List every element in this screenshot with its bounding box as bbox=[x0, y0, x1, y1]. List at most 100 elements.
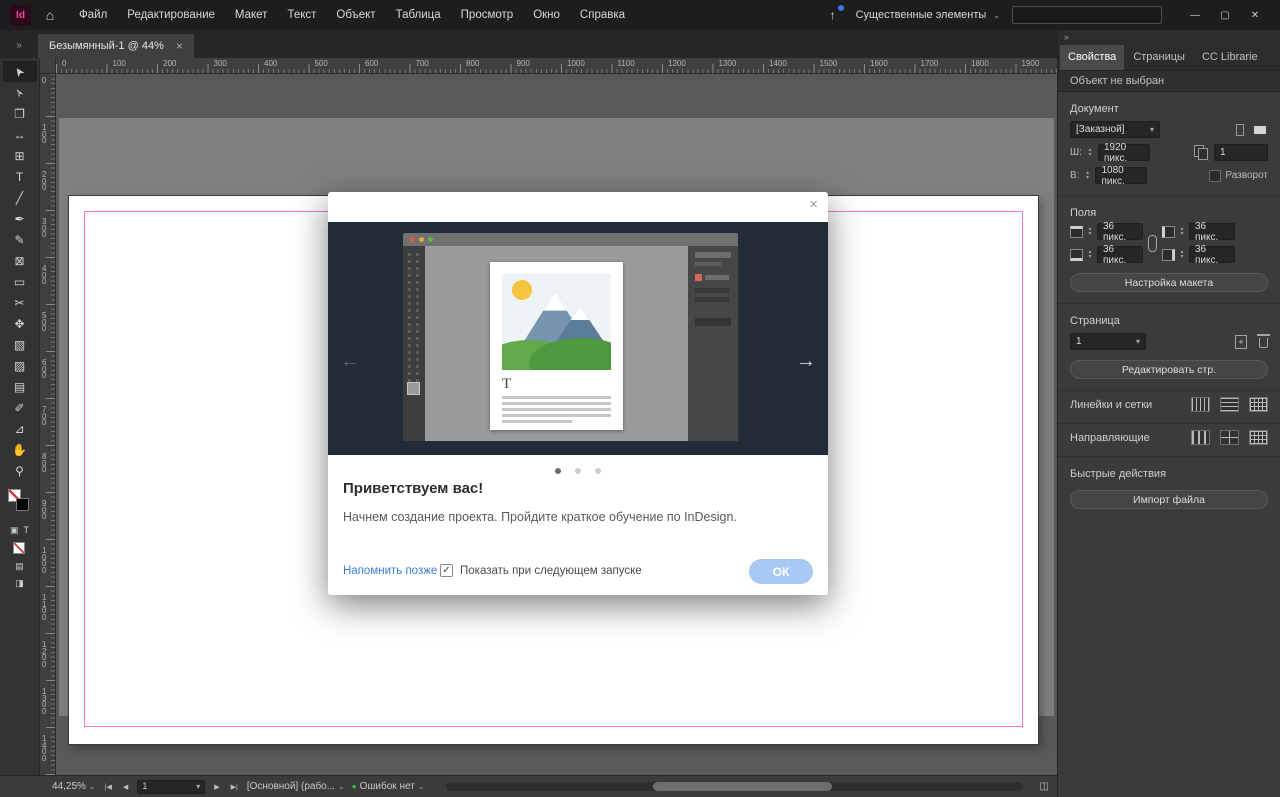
menu-item-5[interactable]: Таблица bbox=[386, 0, 451, 30]
next-page-button[interactable]: ▶ bbox=[212, 783, 221, 791]
orientation-portrait-button[interactable] bbox=[1232, 122, 1248, 138]
ruler-origin-corner[interactable] bbox=[40, 58, 56, 74]
edit-page-button[interactable]: Редактировать стр. bbox=[1070, 360, 1268, 379]
formatting-container-icon[interactable]: ▣ bbox=[10, 525, 19, 535]
type-tool[interactable]: T bbox=[3, 166, 37, 187]
document-preset-select[interactable]: [Заказной] ▾ bbox=[1070, 121, 1160, 138]
carousel-dot-2[interactable] bbox=[575, 468, 581, 474]
carousel-next-icon[interactable]: → bbox=[796, 350, 816, 373]
scissors-tool[interactable]: ✂ bbox=[3, 292, 37, 313]
margin-bottom-field[interactable]: 36 пикс. bbox=[1097, 246, 1143, 263]
link-margins-icon[interactable] bbox=[1148, 235, 1157, 252]
direct-selection-tool[interactable]: ➢ bbox=[3, 82, 37, 103]
view-options-icon[interactable]: ▤ bbox=[15, 561, 24, 571]
menu-item-3[interactable]: Текст bbox=[277, 0, 326, 30]
carousel-dot-1[interactable] bbox=[555, 468, 561, 474]
rectangle-tool[interactable]: ▭ bbox=[3, 271, 37, 292]
measure-tool[interactable]: ⊿ bbox=[3, 418, 37, 439]
carousel-dot-3[interactable] bbox=[595, 468, 601, 474]
show-on-startup-checkbox[interactable]: ✓ bbox=[440, 564, 453, 577]
pages-panel-icon[interactable]: ◫ bbox=[1040, 781, 1049, 792]
scrollbar-thumb[interactable] bbox=[653, 782, 832, 791]
right-dock-toggle-icon[interactable]: » bbox=[1058, 30, 1280, 45]
last-page-button[interactable]: ▶| bbox=[229, 783, 240, 791]
step-down-icon[interactable]: ▾ bbox=[1178, 255, 1186, 260]
home-icon[interactable]: ⌂ bbox=[37, 3, 63, 27]
margin-right-field[interactable]: 36 пикс. bbox=[1189, 246, 1235, 263]
menu-item-2[interactable]: Макет bbox=[225, 0, 278, 30]
preflight-profile-menu[interactable]: [Основной] (рабо... ⌄ bbox=[247, 781, 345, 792]
tab-cc-libraries[interactable]: CC Librarie bbox=[1194, 45, 1266, 70]
document-tab[interactable]: Безымянный-1 @ 44% × bbox=[38, 34, 194, 58]
preflight-status[interactable]: ● Ошибок нет ⌄ bbox=[352, 781, 425, 792]
height-stepper[interactable]: ▴ ▾ bbox=[1083, 171, 1091, 181]
step-down-icon[interactable]: ▾ bbox=[1086, 255, 1094, 260]
zoom-control[interactable]: 44,25% ⌄ bbox=[52, 781, 96, 792]
delete-page-button[interactable] bbox=[1259, 338, 1268, 348]
menu-item-6[interactable]: Просмотр bbox=[451, 0, 524, 30]
page-number-select[interactable]: 1 ▾ bbox=[137, 780, 205, 794]
width-stepper[interactable]: ▴ ▾ bbox=[1086, 148, 1094, 158]
previous-page-button[interactable]: ◀ bbox=[121, 783, 130, 791]
margin-bottom-stepper[interactable]: ▴ ▾ bbox=[1086, 250, 1094, 260]
eyedropper-tool[interactable]: ✐ bbox=[3, 397, 37, 418]
step-down-icon[interactable]: ▾ bbox=[1083, 176, 1091, 181]
minimize-button[interactable]: — bbox=[1180, 4, 1210, 26]
remind-later-link[interactable]: Напомнить позже bbox=[343, 565, 437, 577]
formatting-text-icon[interactable]: T bbox=[24, 525, 30, 535]
search-input[interactable] bbox=[1012, 6, 1162, 24]
margin-left-stepper[interactable]: ▴ ▾ bbox=[1178, 227, 1186, 237]
height-field[interactable]: 1080 пикс. bbox=[1095, 167, 1147, 184]
add-page-button[interactable]: + bbox=[1235, 335, 1247, 349]
workspace-switcher[interactable]: Существенные элементы ⌄ bbox=[856, 9, 1000, 21]
line-tool[interactable]: ╱ bbox=[3, 187, 37, 208]
note-tool[interactable]: ▤ bbox=[3, 376, 37, 397]
step-down-icon[interactable]: ▾ bbox=[1086, 232, 1094, 237]
gradient-feather-tool[interactable]: ▨ bbox=[3, 355, 37, 376]
vertical-ruler[interactable]: 01 0 02 0 03 0 04 0 05 0 06 0 07 0 08 0 … bbox=[40, 74, 56, 775]
guides-grid-icon[interactable] bbox=[1249, 430, 1268, 445]
width-field[interactable]: 1920 пикс. bbox=[1098, 144, 1150, 161]
carousel-prev-icon[interactable]: ← bbox=[340, 350, 360, 373]
margin-left-field[interactable]: 36 пикс. bbox=[1189, 223, 1235, 240]
stroke-color-swatch[interactable] bbox=[16, 498, 29, 511]
zoom-tool[interactable]: ⚲ bbox=[3, 460, 37, 481]
tab-properties[interactable]: Свойства bbox=[1060, 45, 1124, 70]
margin-right-stepper[interactable]: ▴ ▾ bbox=[1178, 250, 1186, 260]
pages-count-field[interactable]: 1 bbox=[1214, 144, 1268, 161]
pen-tool[interactable]: ✒ bbox=[3, 208, 37, 229]
tab-close-icon[interactable]: × bbox=[176, 39, 183, 53]
margin-top-field[interactable]: 36 пикс. bbox=[1097, 223, 1143, 240]
gap-tool[interactable]: ↔ bbox=[3, 124, 37, 145]
menu-item-7[interactable]: Окно bbox=[523, 0, 570, 30]
tab-pages[interactable]: Страницы bbox=[1125, 45, 1193, 70]
page-select[interactable]: 1 ▾ bbox=[1070, 333, 1146, 350]
menu-item-1[interactable]: Редактирование bbox=[117, 0, 225, 30]
ok-button[interactable]: ОК bbox=[749, 559, 813, 584]
step-down-icon[interactable]: ▾ bbox=[1086, 153, 1094, 158]
horizontal-ruler[interactable]: 0100200300400500600700800900100011001200… bbox=[56, 58, 1057, 74]
menu-item-0[interactable]: Файл bbox=[69, 0, 117, 30]
free-transform-tool[interactable]: ✥ bbox=[3, 313, 37, 334]
ruler-icon[interactable] bbox=[1191, 397, 1210, 412]
menu-item-4[interactable]: Объект bbox=[326, 0, 385, 30]
document-grid-icon[interactable] bbox=[1249, 397, 1268, 412]
page-tool[interactable]: ❐ bbox=[3, 103, 37, 124]
smart-guides-icon[interactable] bbox=[1220, 430, 1239, 445]
left-dock-toggle-icon[interactable]: » bbox=[0, 40, 38, 58]
orientation-landscape-button[interactable] bbox=[1252, 122, 1268, 138]
selection-tool[interactable]: ➤ bbox=[3, 61, 37, 82]
column-guides-icon[interactable] bbox=[1191, 430, 1210, 445]
maximize-button[interactable]: ▢ bbox=[1210, 4, 1240, 26]
step-down-icon[interactable]: ▾ bbox=[1178, 232, 1186, 237]
menu-item-8[interactable]: Справка bbox=[570, 0, 635, 30]
margin-top-stepper[interactable]: ▴ ▾ bbox=[1086, 227, 1094, 237]
gradient-swatch-tool[interactable]: ▧ bbox=[3, 334, 37, 355]
baseline-grid-icon[interactable] bbox=[1220, 397, 1239, 412]
screen-mode-icon[interactable]: ◨ bbox=[15, 578, 24, 588]
first-page-button[interactable]: |◀ bbox=[103, 783, 114, 791]
pencil-tool[interactable]: ✎ bbox=[3, 229, 37, 250]
adjust-layout-button[interactable]: Настройка макета bbox=[1070, 273, 1268, 292]
facing-pages-checkbox[interactable] bbox=[1209, 170, 1221, 182]
apply-none-swatch[interactable] bbox=[13, 542, 25, 554]
